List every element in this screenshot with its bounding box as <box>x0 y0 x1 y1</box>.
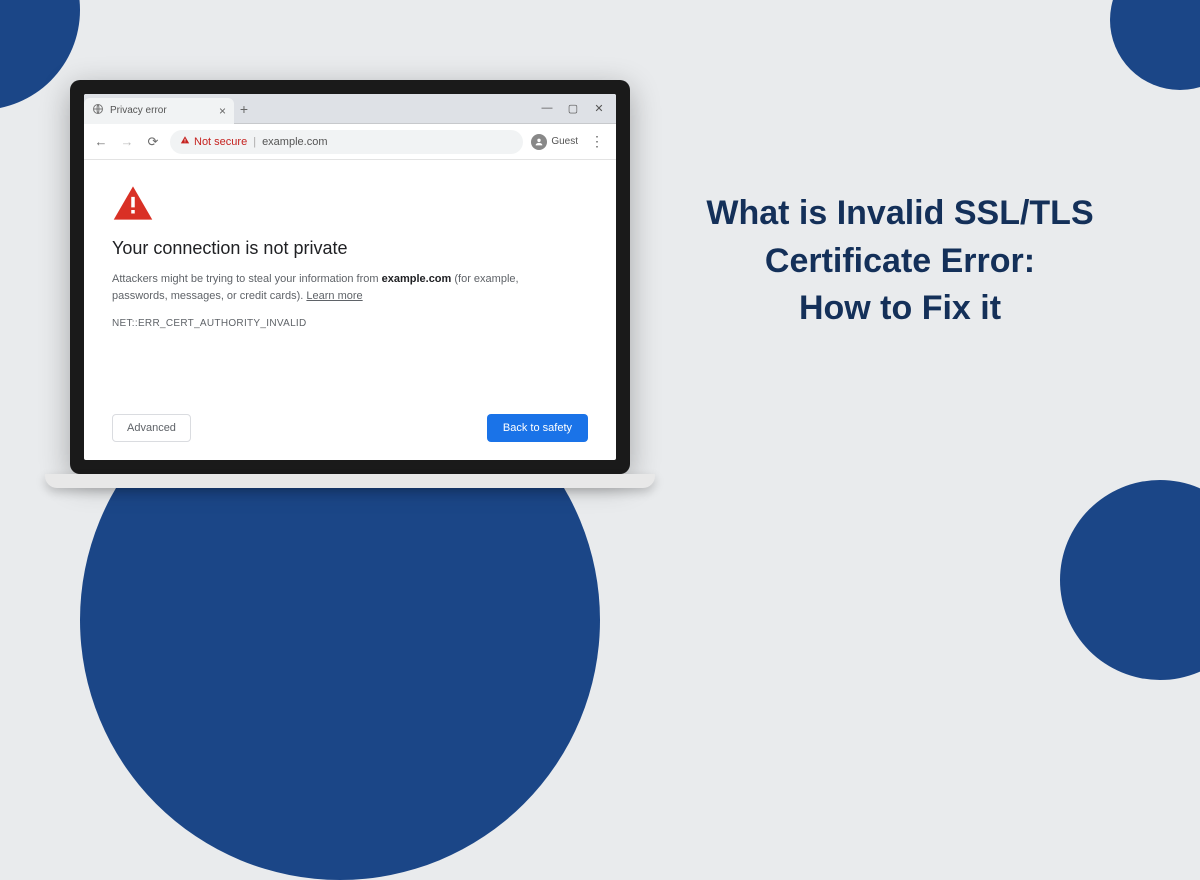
error-body-pre: Attackers might be trying to steal your … <box>112 273 382 285</box>
avatar-icon <box>531 134 547 150</box>
globe-icon <box>92 103 104 118</box>
security-indicator[interactable]: Not secure <box>180 135 247 148</box>
warning-triangle-icon <box>180 135 190 148</box>
decorative-circle <box>1060 480 1200 680</box>
laptop-base <box>45 474 655 488</box>
decorative-circle <box>1110 0 1200 90</box>
advanced-button[interactable]: Advanced <box>112 414 191 442</box>
reload-button[interactable]: ⟳ <box>144 134 162 150</box>
omnibox[interactable]: Not secure | example.com <box>170 130 523 154</box>
back-to-safety-button[interactable]: Back to safety <box>487 414 588 442</box>
browser-tab[interactable]: Privacy error × <box>84 98 234 124</box>
headline-line: What is Invalid SSL/TLS <box>660 190 1140 238</box>
warning-triangle-icon <box>112 184 154 222</box>
headline-line: Certificate Error: <box>660 238 1140 286</box>
action-row: Advanced Back to safety <box>112 414 588 442</box>
separator: | <box>253 136 256 148</box>
laptop-bezel: Privacy error × + — ▢ ✕ ← → ⟳ <box>70 80 630 474</box>
article-headline: What is Invalid SSL/TLS Certificate Erro… <box>660 190 1140 333</box>
new-tab-button[interactable]: + <box>234 101 254 117</box>
tab-title: Privacy error <box>110 105 167 116</box>
url-text: example.com <box>262 136 327 148</box>
close-window-button[interactable]: ✕ <box>592 102 606 115</box>
minimize-button[interactable]: — <box>540 102 554 115</box>
maximize-button[interactable]: ▢ <box>566 102 580 115</box>
error-heading: Your connection is not private <box>112 238 588 259</box>
browser-window: Privacy error × + — ▢ ✕ ← → ⟳ <box>84 94 616 460</box>
forward-button[interactable]: → <box>118 134 136 149</box>
profile-label: Guest <box>551 136 578 147</box>
learn-more-link[interactable]: Learn more <box>306 290 362 302</box>
menu-button[interactable]: ⋮ <box>586 133 608 150</box>
close-tab-icon[interactable]: × <box>219 104 226 118</box>
error-description: Attackers might be trying to steal your … <box>112 271 532 304</box>
tab-strip: Privacy error × + — ▢ ✕ <box>84 94 616 124</box>
window-controls: — ▢ ✕ <box>540 102 616 115</box>
error-page: Your connection is not private Attackers… <box>84 160 616 460</box>
decorative-circle <box>0 0 80 110</box>
address-bar: ← → ⟳ Not secure | example.com <box>84 124 616 160</box>
error-code: NET::ERR_CERT_AUTHORITY_INVALID <box>112 318 588 329</box>
laptop-mockup: Privacy error × + — ▢ ✕ ← → ⟳ <box>70 80 630 488</box>
headline-line: How to Fix it <box>660 285 1140 333</box>
security-label: Not secure <box>194 136 247 148</box>
profile-chip[interactable]: Guest <box>531 134 578 150</box>
back-button[interactable]: ← <box>92 134 110 149</box>
error-domain: example.com <box>382 273 452 285</box>
